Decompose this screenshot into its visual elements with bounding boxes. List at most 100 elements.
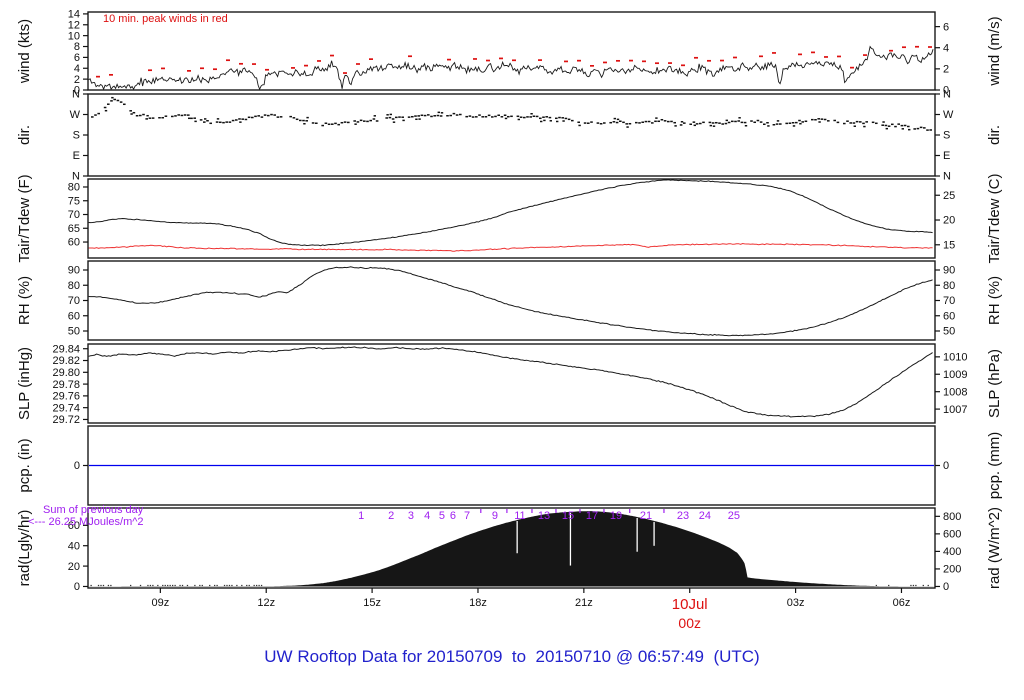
sum-marker-label: 2 bbox=[388, 510, 394, 522]
temp-ytick-right: 15 bbox=[943, 239, 955, 251]
dir-ytick-right: E bbox=[943, 150, 950, 162]
panel-wind: 024681012140246wind (kts) wind (m/s)10 mi… bbox=[16, 9, 1003, 97]
slp-ytick-right: 1008 bbox=[943, 386, 967, 398]
temp-series-1 bbox=[88, 242, 933, 252]
rh-ytick-right: 90 bbox=[943, 265, 955, 277]
rad-annotation-1: <--- 26.25 MJoules/m^2 bbox=[28, 516, 144, 528]
slp-ytick-right: 1007 bbox=[943, 404, 967, 416]
temp-ytick-left: 65 bbox=[68, 223, 80, 235]
sum-marker-label: 23 bbox=[677, 510, 689, 522]
rad-ytick-right: 800 bbox=[943, 511, 961, 523]
slp-ytick-left: 29.84 bbox=[52, 343, 80, 355]
rad-ytick-right: 0 bbox=[943, 581, 949, 593]
panel-dir: NWSENNWSENdir. dir. bbox=[16, 89, 1003, 183]
pcp-ytick-right: 0 bbox=[943, 460, 949, 472]
slp-ytick-left: 29.80 bbox=[52, 367, 80, 379]
rh-ytick-left: 80 bbox=[68, 280, 80, 292]
wind-series-0 bbox=[88, 45, 934, 91]
rh-ytick-left: 90 bbox=[68, 265, 80, 277]
dir-ytick-right: W bbox=[943, 109, 954, 121]
sum-marker-label: 3 bbox=[408, 510, 414, 522]
rad-ytick-left: 0 bbox=[74, 581, 80, 593]
wind-ytick-left: 6 bbox=[74, 52, 80, 64]
x-axis: 09z 12z 15z 18z 21z 03z 06z 10Jul 00z bbox=[151, 588, 910, 631]
sum-marker-label: 21 bbox=[640, 510, 652, 522]
wind-left-axis-label: wind (kts) bbox=[16, 19, 33, 84]
rad-ytick-right: 600 bbox=[943, 529, 961, 541]
dir-ytick-left: S bbox=[73, 130, 80, 142]
temp-series-0 bbox=[88, 179, 933, 247]
dir-right-axis-label: dir. bbox=[986, 125, 1003, 145]
wind-ytick-right: 6 bbox=[943, 21, 949, 33]
rh-ytick-right: 80 bbox=[943, 280, 955, 292]
weather-multipanel-chart: 024681012140246wind (kts) wind (m/s)10 mi… bbox=[16, 9, 1003, 631]
dir-ytick-right: N bbox=[943, 171, 951, 183]
sum-marker-label: 6 bbox=[450, 510, 456, 522]
panel-slp: 29.7229.7429.7629.7829.8029.8229.84 1007 1… bbox=[16, 343, 1003, 426]
sum-marker-label: 5 bbox=[439, 510, 445, 522]
rh-ytick-left: 50 bbox=[68, 326, 80, 338]
sum-marker-label: 4 bbox=[424, 510, 430, 522]
dir-ytick-left: N bbox=[72, 89, 80, 101]
x-tick-label: 18z bbox=[469, 597, 487, 609]
x-tick-label: 03z bbox=[787, 597, 805, 609]
pcp-ytick-left: 0 bbox=[74, 460, 80, 472]
temp-ytick-right: 20 bbox=[943, 215, 955, 227]
temp-left-axis-label: Tair/Tdew (F) bbox=[16, 174, 33, 262]
slp-ytick-left: 29.76 bbox=[52, 391, 80, 403]
rad-ytick-right: 400 bbox=[943, 546, 961, 558]
wind-right-axis-label: wind (m/s) bbox=[986, 16, 1003, 86]
sum-marker-label: 11 bbox=[514, 510, 525, 522]
sum-marker-label: 7 bbox=[464, 510, 470, 522]
pcp-left-axis-label: pcp. (in) bbox=[16, 438, 33, 492]
weather-plot-page: 0 2 4 6 8 10 12 14 0 2 4 6 wind (kts) wind (m/s) 10 mi… bbox=[0, 0, 1024, 700]
rad-ytick-left: 40 bbox=[68, 540, 80, 552]
rh-left-axis-label: RH (%) bbox=[16, 276, 33, 325]
slp-series-0 bbox=[88, 346, 933, 418]
x-tick-label: 09z bbox=[151, 597, 169, 609]
rh-right-axis-label: RH (%) bbox=[986, 276, 1003, 325]
slp-ytick-left: 29.78 bbox=[52, 379, 80, 391]
slp-right-axis-label: SLP (hPa) bbox=[986, 349, 1003, 418]
slp-ytick-left: 29.74 bbox=[52, 402, 80, 414]
rad-sum-markers: 1 2 3 4 5 6 7 9 11 13 15 17 19 21 23 24 25 bbox=[358, 509, 740, 522]
sum-marker-label: 15 bbox=[562, 510, 574, 522]
slp-ytick-right: 1010 bbox=[943, 352, 967, 364]
sum-marker-label: 13 bbox=[538, 510, 550, 522]
rad-ytick-right: 200 bbox=[943, 564, 961, 576]
chart-title: UW Rooftop Data for 20150709 to 20150710… bbox=[264, 647, 760, 666]
rad-series-0 bbox=[89, 511, 934, 587]
sum-marker-label: 19 bbox=[610, 510, 622, 522]
dir-frame bbox=[87, 93, 936, 177]
rh-ytick-right: 70 bbox=[943, 295, 955, 307]
wind-ytick-left: 14 bbox=[68, 9, 80, 21]
dir-ytick-right: N bbox=[943, 89, 951, 101]
rh-ytick-left: 60 bbox=[68, 310, 80, 322]
slp-ytick-left: 29.82 bbox=[52, 355, 80, 367]
wind-series-1 bbox=[96, 45, 932, 78]
dir-ytick-left: W bbox=[70, 109, 81, 121]
x-date-sub-label: 00z bbox=[678, 615, 701, 631]
temp-ytick-right: 25 bbox=[943, 190, 955, 202]
wind-annotation-0: 10 min. peak winds in red bbox=[103, 13, 228, 25]
rh-ytick-left: 70 bbox=[68, 295, 80, 307]
wind-ytick-right: 2 bbox=[943, 64, 949, 76]
dir-series-0 bbox=[91, 96, 932, 131]
dir-ytick-right: S bbox=[943, 130, 950, 142]
sum-marker-label: 24 bbox=[699, 510, 711, 522]
panel-rh: 50 60 70 80 90 50 60 70 80 90 RH (%) RH (%) bbox=[16, 260, 1003, 341]
sum-marker-label: 1 bbox=[358, 510, 364, 522]
temp-ytick-left: 80 bbox=[68, 182, 80, 194]
x-tick-label: 12z bbox=[257, 597, 275, 609]
temp-ytick-left: 70 bbox=[68, 209, 80, 221]
sum-marker-label: 25 bbox=[728, 510, 740, 522]
rh-ytick-right: 50 bbox=[943, 326, 955, 338]
sum-marker-label: 17 bbox=[586, 510, 598, 522]
temp-ytick-left: 60 bbox=[68, 237, 80, 249]
panel-temp: 60 65 70 7580 15 20 25 Tair/Tdew (F) Tair/Tdew (… bbox=[16, 173, 1003, 263]
wind-ytick-right: 4 bbox=[943, 42, 949, 54]
rh-ytick-right: 60 bbox=[943, 310, 955, 322]
slp-frame bbox=[87, 343, 936, 424]
temp-right-axis-label: Tair/Tdew (C) bbox=[986, 173, 1003, 263]
slp-ytick-right: 1009 bbox=[943, 369, 967, 381]
